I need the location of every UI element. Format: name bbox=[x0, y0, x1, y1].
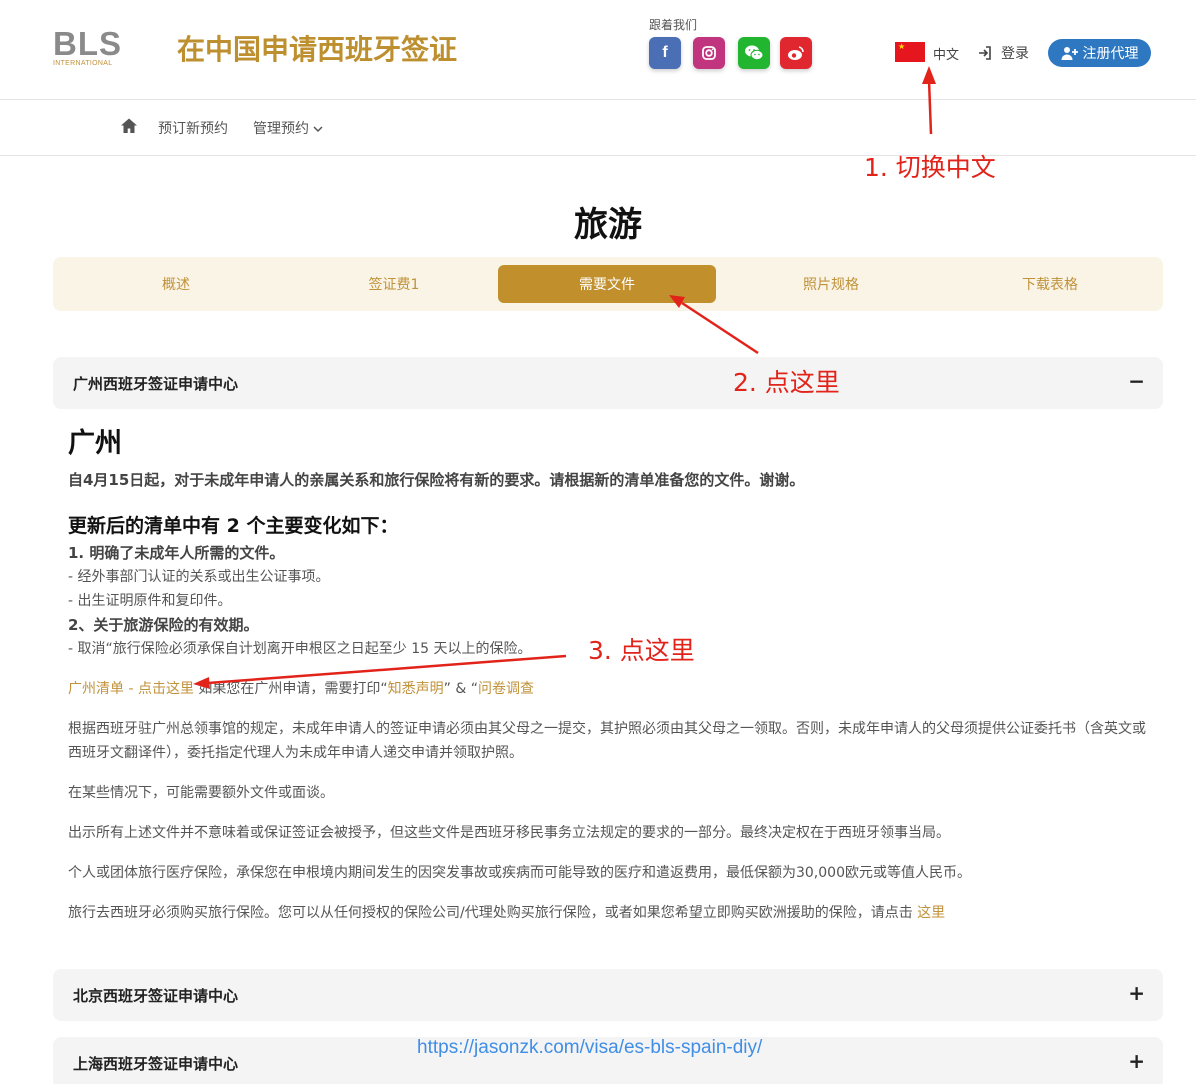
site-header: BLS INTERNATIONAL 在中国申请西班牙签证 跟着我们 f ★ 中文… bbox=[0, 0, 1196, 100]
weibo-icon[interactable] bbox=[780, 37, 812, 69]
expand-icon[interactable]: + bbox=[1128, 981, 1145, 1005]
insurance-paragraph: 个人或团体旅行医疗保险，承保您在申根境内期间发生的因突发事故或疾病而可能导致的医… bbox=[68, 865, 971, 881]
facebook-icon[interactable]: f bbox=[649, 37, 681, 69]
logo-text: BLS bbox=[53, 25, 122, 62]
page-title: 旅游 bbox=[574, 205, 642, 245]
minor-applicant-paragraph: 根据西班牙驻广州总领事馆的规定，未成年申请人的签证申请必须由其父母之一提交，其护… bbox=[68, 721, 1146, 761]
tab-photo-specs[interactable]: 照片规格 bbox=[722, 265, 940, 303]
nav-book-appointment[interactable]: 预订新预约 bbox=[158, 118, 228, 138]
follow-us-label: 跟着我们 bbox=[649, 18, 698, 32]
change-item-1b: - 出生证明原件和复印件。 bbox=[68, 593, 232, 609]
city-heading: 广州 bbox=[68, 428, 122, 459]
survey-link[interactable]: 问卷调查 bbox=[478, 681, 534, 697]
tab-overview[interactable]: 概述 bbox=[67, 265, 285, 303]
nav-manage-appointment[interactable]: 管理预约 bbox=[253, 118, 323, 138]
tab-visa-fee[interactable]: 签证费1 bbox=[285, 265, 503, 303]
register-agent-button[interactable]: 注册代理 bbox=[1048, 39, 1151, 67]
accordion-guangzhou[interactable]: 广州西班牙签证申请中心 − bbox=[53, 357, 1163, 409]
main-nav: 预订新预约 管理预约 bbox=[0, 100, 1196, 156]
add-user-icon bbox=[1061, 47, 1078, 60]
checklist-paragraph: 广州清单 - 点击这里 如果您在广州申请，需要打印“知悉声明” & “问卷调查 bbox=[68, 677, 1148, 701]
accordion-title: 北京西班牙签证申请中心 bbox=[73, 987, 239, 1005]
accordion-beijing[interactable]: 北京西班牙签证申请中心 + bbox=[53, 969, 1163, 1021]
tab-download-forms[interactable]: 下载表格 bbox=[941, 265, 1159, 303]
expand-icon[interactable]: + bbox=[1128, 1049, 1145, 1073]
extra-documents-paragraph: 在某些情况下，可能需要额外文件或面谈。 bbox=[68, 785, 334, 801]
watermark-url: https://jasonzk.com/visa/es-bls-spain-di… bbox=[417, 1037, 763, 1058]
china-flag-icon[interactable]: ★ bbox=[895, 42, 925, 62]
home-icon[interactable] bbox=[120, 117, 138, 135]
wechat-icon[interactable] bbox=[738, 37, 770, 69]
buy-insurance-text: 旅行去西班牙必须购买旅行保险。您可以从任何授权的保险公司/代理处购买旅行保险，或… bbox=[68, 905, 918, 921]
amp-text: ” & “ bbox=[443, 681, 478, 697]
login-link[interactable]: 登录 bbox=[977, 43, 1029, 63]
language-selector[interactable]: 中文 bbox=[933, 44, 959, 63]
accordion-title: 广州西班牙签证申请中心 bbox=[73, 375, 239, 393]
tab-bar: 概述 签证费1 需要文件 照片规格 下载表格 bbox=[53, 257, 1163, 311]
tab-required-documents[interactable]: 需要文件 bbox=[498, 265, 716, 303]
notice-text: 自4月15日起，对于未成年申请人的亲属关系和旅行保险将有新的要求。请根据新的清单… bbox=[68, 471, 805, 489]
bls-logo[interactable]: BLS INTERNATIONAL bbox=[53, 25, 123, 70]
checklist-text: 如果您在广州申请，需要打印“ bbox=[193, 681, 388, 697]
buy-insurance-link[interactable]: 这里 bbox=[917, 905, 945, 921]
decision-paragraph: 出示所有上述文件并不意味着或保证签证会被授予，但这些文件是西班牙移民事务立法规定… bbox=[68, 825, 950, 841]
collapse-icon[interactable]: − bbox=[1128, 369, 1145, 393]
annotation-step-2: 2. 点这里 bbox=[733, 368, 840, 397]
guangzhou-content: 广州 自4月15日起，对于未成年申请人的亲属关系和旅行保险将有新的要求。请根据新… bbox=[68, 425, 1148, 925]
chevron-down-icon bbox=[313, 126, 323, 133]
nav-manage-label: 管理预约 bbox=[253, 121, 309, 137]
annotation-step-3: 3. 点这里 bbox=[588, 636, 695, 665]
change-item-2: 2、关于旅游保险的有效期。 bbox=[68, 616, 259, 634]
buy-insurance-paragraph: 旅行去西班牙必须购买旅行保险。您可以从任何授权的保险公司/代理处购买旅行保险，或… bbox=[68, 901, 1148, 925]
guangzhou-checklist-link[interactable]: 广州清单 - 点击这里 bbox=[68, 681, 194, 697]
login-icon bbox=[979, 46, 991, 60]
change-item-1a: - 经外事部门认证的关系或出生公证事项。 bbox=[68, 569, 330, 585]
instagram-icon[interactable] bbox=[693, 37, 725, 69]
login-label: 登录 bbox=[1001, 46, 1029, 62]
changes-heading: 更新后的清单中有 2 个主要变化如下： bbox=[68, 515, 399, 537]
change-item-1: 1. 明确了未成年人所需的文件。 bbox=[68, 544, 285, 562]
site-title: 在中国申请西班牙签证 bbox=[177, 33, 458, 66]
annotation-step-1: 1. 切换中文 bbox=[864, 153, 996, 182]
declaration-link[interactable]: 知悉声明 bbox=[388, 681, 444, 697]
accordion-title: 上海西班牙签证申请中心 bbox=[73, 1055, 239, 1073]
register-label: 注册代理 bbox=[1082, 46, 1139, 62]
